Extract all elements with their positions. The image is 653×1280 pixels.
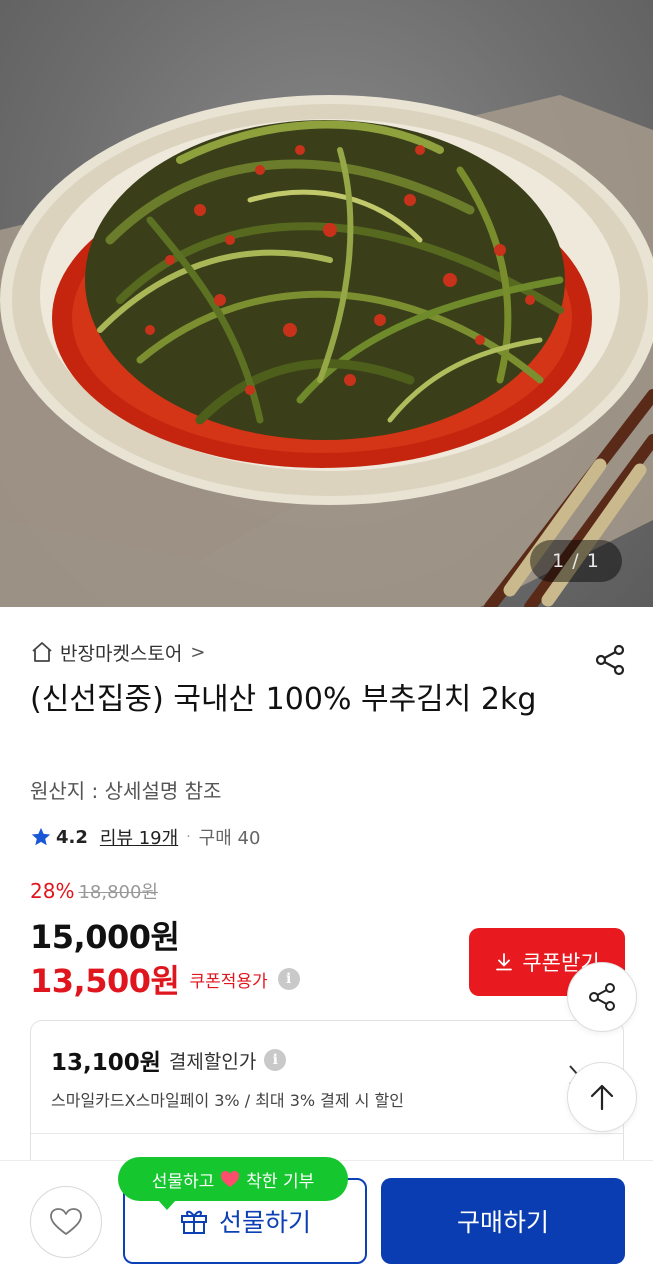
payment-discount-description: 스마일카드X스마일페이 3% / 최대 3% 결제 시 할인 <box>51 1091 404 1110</box>
info-icon[interactable]: i <box>277 968 300 990</box>
heart-icon <box>50 1208 82 1235</box>
gift-icon <box>179 1206 209 1236</box>
gift-button-label: 선물하기 <box>218 1208 311 1237</box>
heart-icon <box>220 1170 240 1188</box>
store-link[interactable]: 반장마켓스토어 > <box>30 638 205 666</box>
chevron-right-icon: > <box>190 641 206 663</box>
discount-rate: 28% <box>30 879 75 903</box>
coupon-price: 13,500원 <box>30 962 180 1000</box>
coupon-price-row: 13,500원 쿠폰적용가 i <box>30 956 300 1002</box>
gift-donation-tooltip: 선물하고 착한 기부 <box>118 1157 348 1210</box>
buy-button[interactable]: 구매하기 <box>381 1178 625 1264</box>
coupon-price-label: 쿠폰적용가 <box>189 971 268 992</box>
reviews-link[interactable]: 리뷰 19개 <box>100 824 178 850</box>
product-image[interactable]: 1 / 1 <box>0 0 653 607</box>
purchase-count: 구매 40 <box>198 828 261 849</box>
payment-discount-header: 13,100원 결제할인가 i <box>51 1043 287 1077</box>
original-price: 18,800원 <box>78 882 158 903</box>
product-origin: 원산지 : 상세설명 참조 <box>30 779 222 803</box>
rating-row: 4.2 리뷰 19개 · 구매 40 <box>30 822 260 852</box>
payment-discount-price: 13,100원 <box>51 1050 161 1076</box>
wishlist-button[interactable] <box>30 1186 102 1258</box>
rating-score: 4.2 <box>56 826 88 848</box>
scroll-to-top-button[interactable] <box>567 1062 637 1132</box>
gift-tooltip-text-before: 선물하고 <box>151 1171 215 1192</box>
product-title: (신선집중) 국내산 100% 부추김치 2kg <box>30 682 537 717</box>
share-icon <box>589 983 615 1011</box>
sale-price: 15,000원 <box>30 918 180 956</box>
divider <box>31 1133 623 1134</box>
floating-share-button[interactable] <box>567 962 637 1032</box>
arrow-up-icon <box>590 1084 614 1111</box>
payment-discount-label: 결제할인가 <box>168 1050 257 1073</box>
share-button[interactable] <box>588 638 632 682</box>
gift-tooltip-text-after: 착한 기부 <box>246 1171 315 1192</box>
separator-dot: · <box>186 829 191 845</box>
kimchi-photo-illustration <box>0 95 653 607</box>
home-icon <box>30 640 54 664</box>
store-name: 반장마켓스토어 <box>60 642 183 665</box>
share-icon <box>595 644 625 676</box>
download-icon <box>494 952 514 972</box>
info-icon[interactable]: i <box>264 1049 287 1071</box>
image-counter: 1 / 1 <box>530 540 622 582</box>
discount-row: 28% 18,800원 <box>30 878 158 904</box>
star-icon <box>30 826 52 848</box>
